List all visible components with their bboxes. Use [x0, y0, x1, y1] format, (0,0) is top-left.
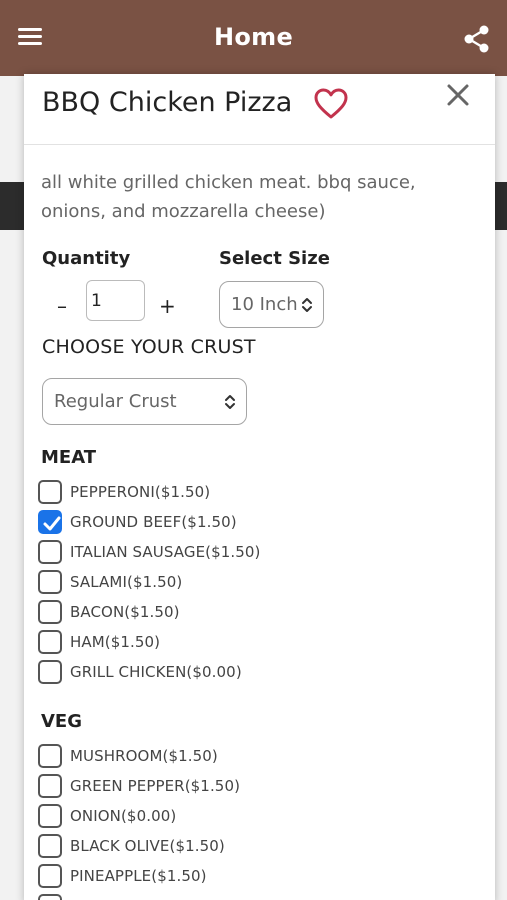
crust-select-value: Regular Crust	[54, 391, 177, 412]
size-label: Select Size	[219, 248, 330, 269]
topping-label: ITALIAN SAUSAGE($1.50)	[70, 543, 261, 561]
app-title: Home	[213, 23, 294, 51]
quantity-decrement-button[interactable]: –	[57, 294, 67, 318]
topping-label: BLACK OLIVE($1.50)	[70, 837, 225, 855]
topping-option-pepperoni[interactable]: PEPPERONI($1.50)	[38, 478, 210, 506]
topping-option-partial[interactable]	[38, 892, 62, 900]
topping-option-salami[interactable]: SALAMI($1.50)	[38, 568, 182, 596]
updown-chevron-icon	[302, 297, 312, 312]
share-icon[interactable]	[463, 24, 493, 54]
checkbox[interactable]	[38, 864, 62, 888]
checkbox[interactable]	[38, 774, 62, 798]
topping-label: GRILL CHICKEN($0.00)	[70, 663, 242, 681]
heart-icon[interactable]	[314, 88, 348, 120]
product-options-modal: BBQ Chicken Pizza all white grilled chic…	[24, 74, 495, 900]
size-select[interactable]: 10 Inch	[219, 281, 324, 328]
topping-option-green-pepper[interactable]: GREEN PEPPER($1.50)	[38, 772, 240, 800]
checkbox[interactable]	[38, 630, 62, 654]
checkmark-icon	[43, 516, 61, 531]
checkbox[interactable]	[38, 804, 62, 828]
quantity-label: Quantity	[42, 248, 131, 269]
topping-label: BACON($1.50)	[70, 603, 180, 621]
topping-label: PEPPERONI($1.50)	[70, 483, 211, 501]
topping-label: GROUND BEEF($1.50)	[70, 513, 237, 531]
updown-chevron-icon	[225, 394, 235, 409]
veg-section-title: VEG	[41, 711, 83, 732]
topping-label: HAM($1.50)	[70, 633, 161, 651]
topping-option-grill-chicken[interactable]: GRILL CHICKEN($0.00)	[38, 658, 242, 686]
topping-label: ONION($0.00)	[70, 807, 177, 825]
checkbox[interactable]	[38, 570, 62, 594]
close-icon[interactable]	[445, 82, 471, 108]
topping-option-bacon[interactable]: BACON($1.50)	[38, 598, 180, 626]
topping-option-pineapple[interactable]: PINEAPPLE($1.50)	[38, 862, 207, 890]
meat-section-title: MEAT	[41, 447, 97, 468]
crust-select[interactable]: Regular Crust	[42, 378, 247, 425]
checkbox[interactable]	[38, 480, 62, 504]
product-description: all white grilled chicken meat. bbq sauc…	[41, 172, 416, 222]
topping-label: MUSHROOM($1.50)	[70, 747, 218, 765]
topping-option-onion[interactable]: ONION($0.00)	[38, 802, 176, 830]
topping-option-ground-beef[interactable]: GROUND BEEF($1.50)	[38, 508, 237, 536]
title-divider	[24, 144, 495, 145]
topping-option-ham[interactable]: HAM($1.50)	[38, 628, 160, 656]
checkbox[interactable]	[38, 600, 62, 624]
checkbox[interactable]	[38, 540, 62, 564]
checkbox-checked[interactable]	[38, 510, 62, 534]
checkbox[interactable]	[38, 660, 62, 684]
product-title: BBQ Chicken Pizza	[42, 87, 293, 118]
topping-option-italian-sausage[interactable]: ITALIAN SAUSAGE($1.50)	[38, 538, 261, 566]
quantity-increment-button[interactable]: +	[159, 294, 176, 318]
checkbox[interactable]	[38, 834, 62, 858]
topping-option-black-olive[interactable]: BLACK OLIVE($1.50)	[38, 832, 225, 860]
crust-label: CHOOSE YOUR CRUST	[42, 336, 256, 358]
checkbox[interactable]	[38, 744, 62, 768]
topping-label: SALAMI($1.50)	[70, 573, 183, 591]
topping-label: PINEAPPLE($1.50)	[70, 867, 207, 885]
app-bar: Home	[0, 0, 507, 76]
topping-option-mushroom[interactable]: MUSHROOM($1.50)	[38, 742, 218, 770]
quantity-input[interactable]	[86, 280, 145, 321]
checkbox[interactable]	[38, 894, 62, 900]
size-select-value: 10 Inch	[231, 294, 298, 315]
topping-label: GREEN PEPPER($1.50)	[70, 777, 241, 795]
